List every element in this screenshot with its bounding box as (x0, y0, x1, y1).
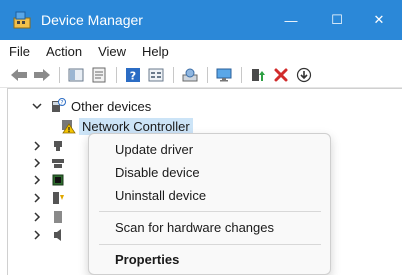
chevron-right-icon[interactable] (30, 141, 44, 151)
chevron-down-icon[interactable] (30, 102, 44, 110)
device-category-icon (50, 209, 66, 225)
chevron-right-icon[interactable] (30, 158, 44, 168)
update-driver-button[interactable] (247, 65, 268, 85)
toolbar-separator (241, 66, 242, 83)
audio-device-icon (50, 227, 66, 243)
toolbar-separator (207, 66, 208, 83)
warning-device-icon (60, 118, 76, 134)
minimize-icon: — (284, 12, 298, 28)
toolbar-separator (59, 66, 60, 83)
menu-item-scan-hardware[interactable]: Scan for hardware changes (115, 220, 274, 235)
install-device-button[interactable] (293, 65, 314, 85)
menu-separator (99, 211, 321, 212)
device-category-icon (50, 172, 66, 188)
toolbar-separator (116, 66, 117, 83)
monitor-icon (216, 68, 231, 81)
tree-row-category[interactable] (30, 170, 66, 190)
menu-item-uninstall-device[interactable]: Uninstall device (115, 188, 206, 203)
device-category-icon (50, 138, 66, 154)
properties-button[interactable] (88, 65, 109, 85)
minimize-button[interactable]: — (268, 0, 314, 40)
menu-item-disable-device[interactable]: Disable device (115, 165, 200, 180)
toolbar: ? (0, 62, 402, 88)
toolbar-separator (173, 66, 174, 83)
forward-button[interactable] (31, 65, 52, 85)
menu-help[interactable]: Help (134, 44, 177, 59)
chevron-right-icon[interactable] (30, 212, 44, 222)
tree-row-category[interactable] (30, 207, 66, 227)
scan-icon (182, 68, 197, 81)
selected-device-label[interactable]: Network Controller (79, 117, 193, 135)
title-bar: Device Manager — ☐ ✕ (0, 0, 402, 40)
chevron-right-icon[interactable] (30, 193, 44, 203)
svg-text:?: ? (60, 99, 63, 106)
menu-action[interactable]: Action (38, 44, 90, 59)
maximize-button[interactable]: ☐ (314, 0, 360, 40)
chevron-right-icon[interactable] (30, 230, 44, 240)
close-button[interactable]: ✕ (356, 0, 402, 40)
context-menu: Update driver Disable device Uninstall d… (88, 133, 331, 275)
close-icon: ✕ (373, 12, 385, 27)
menu-item-properties[interactable]: Properties (115, 252, 179, 267)
chevron-right-icon[interactable] (30, 175, 44, 185)
properties-icon (92, 67, 105, 82)
show-hide-tree-button[interactable] (65, 65, 86, 85)
menu-item-update-driver[interactable]: Update driver (115, 142, 193, 157)
device-manager-app-icon (11, 9, 33, 31)
menu-bar: File Action View Help (0, 40, 402, 62)
forward-arrow-icon (33, 68, 50, 81)
category-label: Other devices (71, 98, 152, 114)
svg-text:?: ? (129, 69, 135, 82)
monitor-button[interactable] (213, 65, 234, 85)
uninstall-icon (274, 68, 287, 81)
device-category-icon (50, 190, 66, 206)
menu-separator (99, 244, 321, 245)
download-icon (296, 67, 311, 82)
grid-view-icon (148, 68, 163, 81)
help-button[interactable]: ? (122, 65, 143, 85)
tree-row-category[interactable] (30, 225, 66, 245)
back-arrow-icon (10, 68, 27, 81)
update-driver-icon (251, 68, 265, 81)
back-button[interactable] (8, 65, 29, 85)
menu-file[interactable]: File (0, 44, 38, 59)
tree-row-category[interactable] (30, 188, 66, 208)
maximize-icon: ☐ (331, 12, 343, 27)
uninstall-device-button[interactable] (270, 65, 291, 85)
view-button[interactable] (145, 65, 166, 85)
scan-hardware-button[interactable] (179, 65, 200, 85)
device-category-icon (50, 155, 66, 171)
window-title: Device Manager (41, 12, 143, 28)
unknown-device-icon: ? (50, 98, 66, 114)
tree-row-other-devices[interactable]: ? Other devices (30, 96, 151, 116)
menu-view[interactable]: View (90, 44, 134, 59)
help-icon: ? (125, 67, 140, 82)
tree-view-icon (68, 68, 83, 81)
